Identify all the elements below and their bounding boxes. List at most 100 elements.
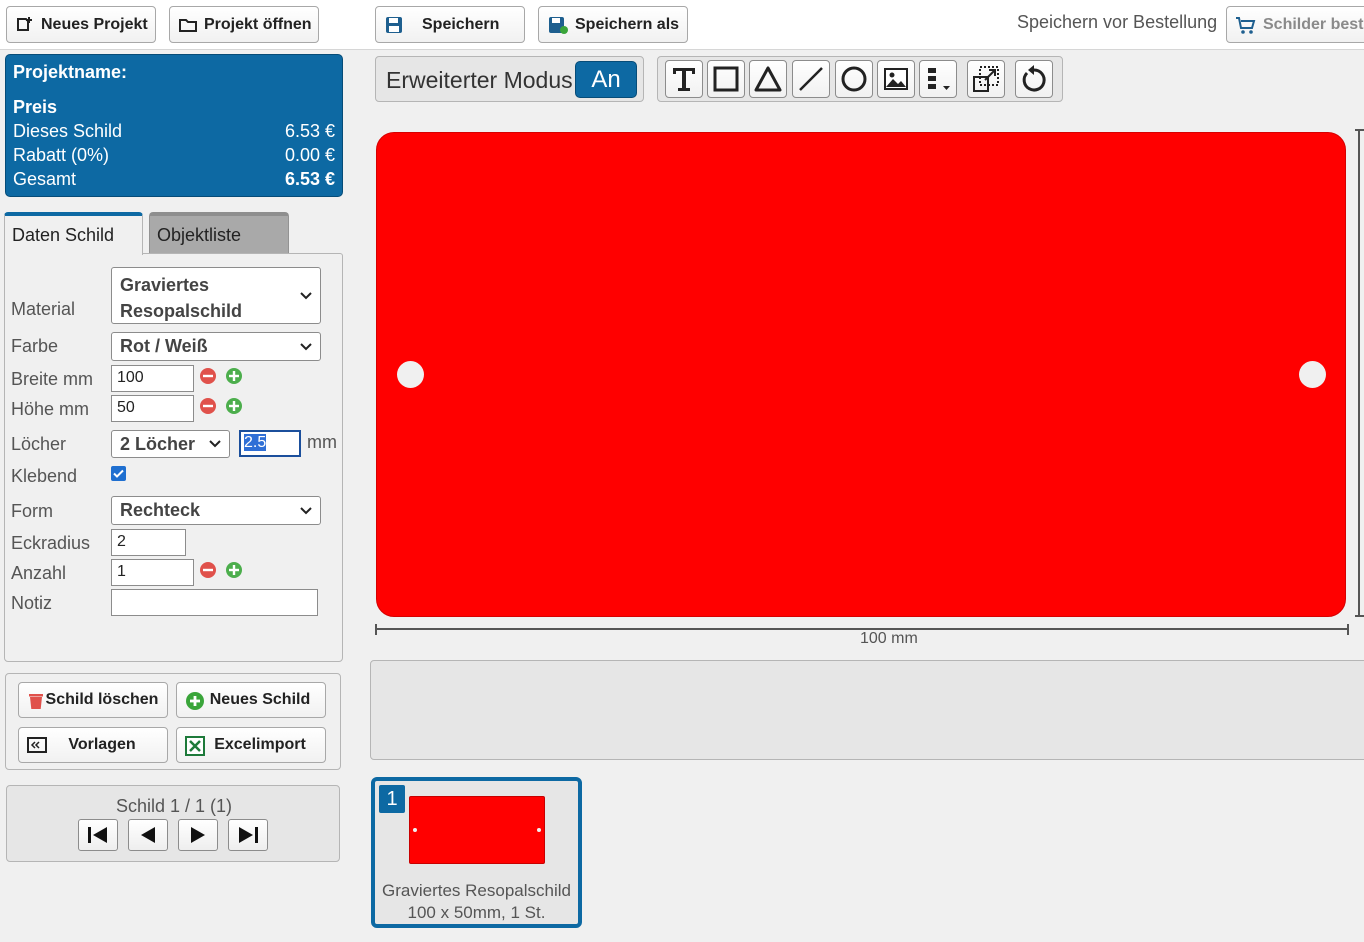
thumbnail-caption-title: Graviertes Resopalschild [382,881,571,900]
templates-label: Vorlagen [68,736,136,753]
line-icon [799,67,823,91]
advanced-mode-label: Erweiterter Modus [386,67,573,93]
minus-icon[interactable] [199,397,217,415]
sign-thumbnail[interactable]: 1 Graviertes Resopalschild 100 x 50mm, 1… [371,777,582,928]
chevron-down-icon [209,440,221,448]
text-icon [673,68,695,91]
project-name-label: Projektname: [13,62,128,82]
adhesive-checkbox[interactable] [111,466,126,481]
color-value: Rot / Weiß [120,336,208,356]
width-input[interactable]: 100 [111,365,194,392]
skip-first-icon [88,827,107,843]
adhesive-label: Klebend [11,466,78,486]
new-sign-button[interactable]: Neues Schild [176,682,326,718]
shape-select[interactable]: Rechteck [111,496,321,525]
sign-actions: Schild löschen Neues Schild Vorlagen Exc… [5,673,341,770]
thumbnail-number: 1 [379,785,405,813]
rectangle-icon [713,66,739,92]
corner-radius-input[interactable]: 2 [111,529,186,556]
text-tool-button[interactable] [665,60,703,98]
advanced-mode-toggle[interactable]: An [575,61,637,98]
mounting-hole [397,361,424,388]
image-tool-button[interactable] [877,60,915,98]
sign-navigation: Schild 1 / 1 (1) [6,785,340,862]
trash-icon [29,694,43,709]
previous-icon [141,827,155,843]
rotate-tool-button[interactable] [1015,60,1053,98]
new-project-button[interactable]: Neues Projekt [6,6,156,43]
corner-radius-label: Eckradius [11,533,91,553]
minus-icon[interactable] [199,367,217,385]
plus-icon[interactable] [225,397,243,415]
note-label: Notiz [11,593,53,613]
resize-icon [973,66,999,92]
count-label: Anzahl [11,563,67,583]
new-sign-label: Neues Schild [209,691,311,708]
note-input[interactable] [111,589,318,616]
new-project-label: Neues Projekt [41,15,148,33]
height-label: Höhe mm [11,399,90,419]
holes-value: 2 Löcher [120,434,196,454]
minus-icon[interactable] [199,561,217,579]
order-signs-button[interactable]: Schilder beste [1226,6,1364,43]
new-project-icon [17,16,32,31]
triangle-tool-button[interactable] [749,60,787,98]
plus-icon[interactable] [225,367,243,385]
price-row-value: 0.00 € [284,145,335,165]
line-tool-button[interactable] [792,60,830,98]
count-input[interactable]: 1 [111,559,194,586]
sign-canvas[interactable] [376,132,1346,617]
drawing-tools [657,56,1063,102]
holes-label: Löcher [11,434,67,454]
rectangle-tool-button[interactable] [707,60,745,98]
skip-last-icon [239,827,258,843]
delete-sign-button[interactable]: Schild löschen [18,682,168,718]
thumbnail-caption-details: 100 x 50mm, 1 St. [407,903,546,922]
previous-sign-button[interactable] [128,819,168,851]
color-label: Farbe [11,336,59,356]
open-project-label: Projekt öffnen [204,15,312,33]
shape-value: Rechteck [120,500,201,520]
circle-tool-button[interactable] [835,60,873,98]
tab-object-list[interactable]: Objektliste [149,212,289,254]
align-tool-button[interactable] [919,60,957,98]
price-total-label: Gesamt [13,169,77,189]
folder-icon [179,18,197,32]
hole-size-input[interactable]: 2.5 [239,430,301,457]
save-as-button[interactable]: Speichern als [538,6,688,43]
color-select[interactable]: Rot / Weiß [111,332,321,361]
excel-import-button[interactable]: Excelimport [176,727,326,763]
height-dimension-line [1355,129,1364,617]
open-project-button[interactable]: Projekt öffnen [169,6,319,43]
next-icon [191,827,205,843]
rotate-icon [1022,65,1046,92]
holes-select[interactable]: 2 Löcher [111,430,230,458]
plus-icon[interactable] [225,561,243,579]
delete-sign-label: Schild löschen [45,691,159,708]
save-button[interactable]: Speichern [375,6,525,43]
width-dimension-label: 100 mm [860,630,918,647]
price-summary: Projektname: Preis Dieses Schild 6.53 € … [5,54,343,197]
next-sign-button[interactable] [178,819,218,851]
resize-tool-button[interactable] [967,60,1005,98]
height-input[interactable]: 50 [111,395,194,422]
templates-button[interactable]: Vorlagen [18,727,168,763]
save-before-order-note: Speichern vor Bestellung [1017,12,1218,32]
align-dropdown-icon [928,68,950,90]
hole-size-value: 2.5 [244,434,267,451]
price-total-value: 6.53 € [284,169,335,189]
advanced-mode-toggle-group: Erweiterter Modus An [375,56,644,102]
material-select[interactable]: Graviertes Resopalschild [111,267,321,324]
hole-size-unit: mm [307,432,337,452]
first-sign-button[interactable] [78,819,118,851]
material-label: Material [11,299,76,319]
last-sign-button[interactable] [228,819,268,851]
price-total-row: Gesamt 6.53 € [13,169,335,190]
add-circle-icon [186,692,204,710]
price-row-label: Rabatt (0%) [13,145,110,165]
excel-icon [185,736,205,756]
triangle-icon [754,66,782,92]
price-row: Rabatt (0%) 0.00 € [13,145,335,166]
shape-label: Form [11,501,53,521]
tab-sign-data[interactable]: Daten Schild [4,212,143,255]
